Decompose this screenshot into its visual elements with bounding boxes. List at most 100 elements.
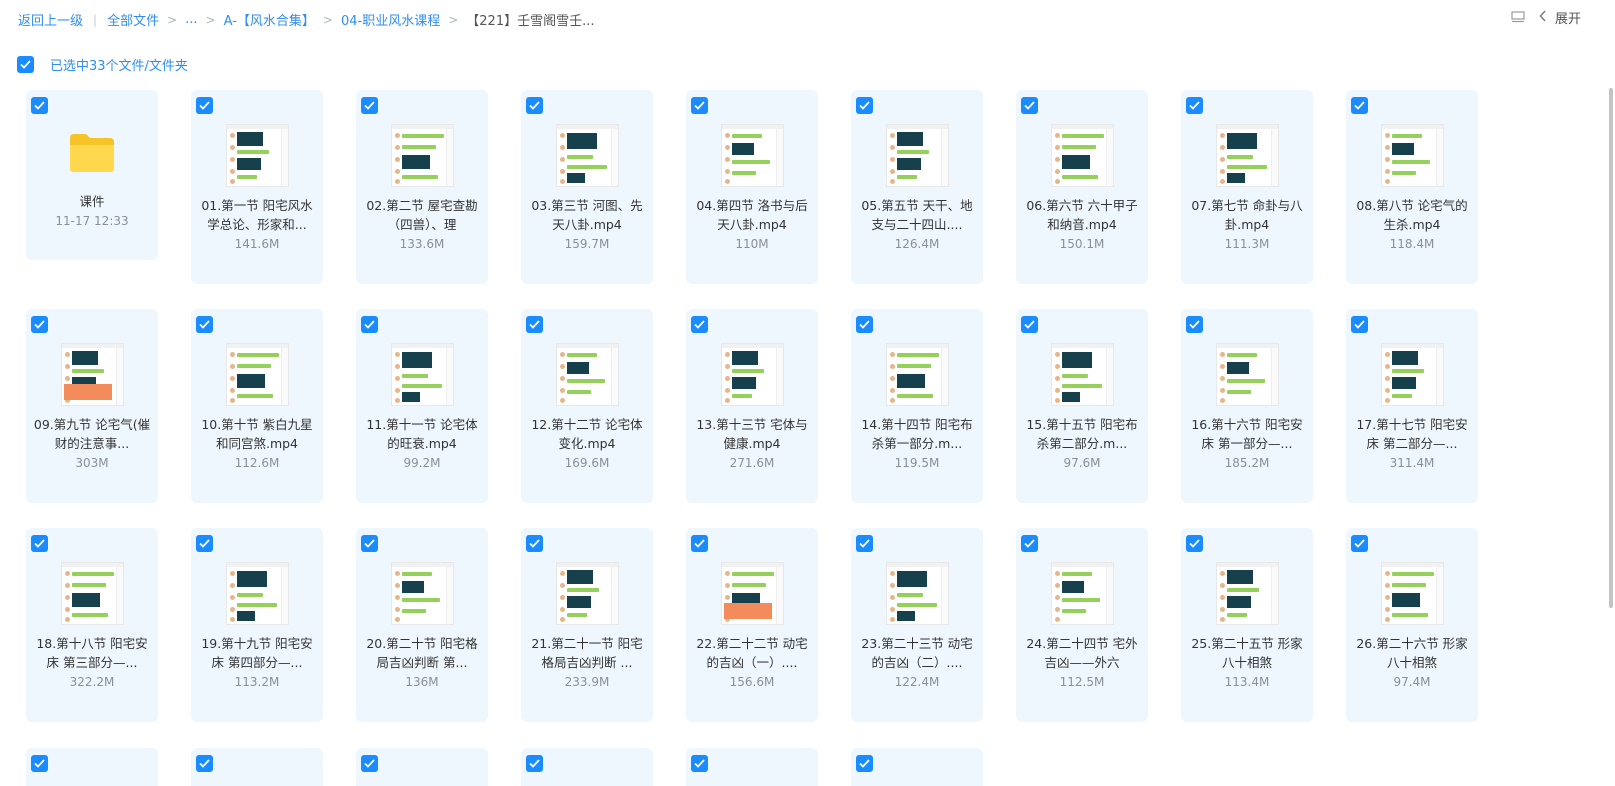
item-size: 159.7M [564, 237, 610, 251]
item-checkbox[interactable] [856, 535, 873, 552]
item-checkbox[interactable] [1351, 316, 1368, 333]
item-checkbox[interactable] [1351, 535, 1368, 552]
file-item[interactable]: 14.第十四节 阳宅布杀第一部分.m... 119.5M [851, 309, 983, 503]
file-item[interactable]: 12.第十二节 论宅体变化.mp4 169.6M [521, 309, 653, 503]
item-checkbox[interactable] [361, 97, 378, 114]
item-checkbox[interactable] [856, 316, 873, 333]
file-item[interactable]: 08.第八节 论宅气的生杀.mp4 118.4M [1346, 90, 1478, 284]
select-all-checkbox[interactable] [17, 56, 34, 73]
item-checkbox[interactable] [1021, 535, 1038, 552]
item-checkbox[interactable] [691, 97, 708, 114]
item-checkbox[interactable] [526, 535, 543, 552]
expand-button[interactable]: 展开 [1539, 8, 1581, 27]
file-item[interactable] [26, 748, 158, 786]
file-item[interactable] [521, 748, 653, 786]
item-name: 01.第一节 阳宅风水学总论、形家和... [201, 198, 313, 232]
item-checkbox[interactable] [1186, 535, 1203, 552]
file-item[interactable]: 22.第二十二节 动宅的吉凶（一）.... 156.6M [686, 528, 818, 722]
file-item[interactable] [686, 748, 818, 786]
item-checkbox[interactable] [856, 97, 873, 114]
file-item[interactable]: 04.第四节 洛书与后天八卦.mp4 110M [686, 90, 818, 284]
file-item[interactable]: 20.第二十节 阳宅格局吉凶判断 第... 136M [356, 528, 488, 722]
file-item[interactable]: 18.第十八节 阳宅安床 第三部分—... 322.2M [26, 528, 158, 722]
file-item[interactable]: 17.第十七节 阳宅安床 第二部分—... 311.4M [1346, 309, 1478, 503]
file-item[interactable]: 26.第二十六节 形家八十相煞 97.4M [1346, 528, 1478, 722]
video-thumbnail [61, 562, 124, 625]
item-checkbox[interactable] [691, 535, 708, 552]
video-thumbnail [556, 343, 619, 406]
item-checkbox[interactable] [1351, 97, 1368, 114]
item-checkbox[interactable] [31, 755, 48, 772]
file-item[interactable]: 21.第二十一节 阳宅格局吉凶判断 ... 233.9M [521, 528, 653, 722]
file-item[interactable]: 01.第一节 阳宅风水学总论、形家和... 141.6M [191, 90, 323, 284]
item-checkbox[interactable] [856, 755, 873, 772]
file-item[interactable]: 13.第十三节 宅体与健康.mp4 271.6M [686, 309, 818, 503]
item-checkbox[interactable] [1186, 316, 1203, 333]
breadcrumb-all-files[interactable]: 全部文件 [107, 10, 159, 29]
video-thumbnail [886, 562, 949, 625]
item-checkbox[interactable] [1186, 97, 1203, 114]
chevron-right-icon: > [205, 12, 216, 27]
item-size: 303M [75, 456, 109, 470]
item-checkbox[interactable] [31, 97, 48, 114]
file-item[interactable]: 06.第六节 六十甲子和纳音.mp4 150.1M [1016, 90, 1148, 284]
video-thumbnail [1216, 343, 1279, 406]
item-checkbox[interactable] [196, 535, 213, 552]
item-checkbox[interactable] [361, 755, 378, 772]
item-checkbox[interactable] [1021, 316, 1038, 333]
file-item[interactable] [356, 748, 488, 786]
file-item[interactable]: 23.第二十三节 动宅的吉凶（二）.... 122.4M [851, 528, 983, 722]
file-item[interactable]: 19.第十九节 阳宅安床 第四部分—... 113.2M [191, 528, 323, 722]
item-checkbox[interactable] [31, 535, 48, 552]
item-name: 04.第四节 洛书与后天八卦.mp4 [696, 198, 808, 232]
item-size: 311.4M [1389, 456, 1435, 470]
divider: | [93, 12, 98, 27]
item-checkbox[interactable] [361, 316, 378, 333]
item-name: 07.第七节 命卦与八卦.mp4 [1191, 198, 1303, 232]
item-name: 15.第十五节 阳宅布杀第二部分.m... [1026, 417, 1138, 451]
video-thumbnail [1051, 124, 1114, 187]
item-checkbox[interactable] [196, 755, 213, 772]
item-checkbox[interactable] [526, 755, 543, 772]
item-name: 22.第二十二节 动宅的吉凶（一）.... [696, 636, 808, 670]
video-thumbnail [391, 124, 454, 187]
file-item[interactable]: 15.第十五节 阳宅布杀第二部分.m... 97.6M [1016, 309, 1148, 503]
file-item[interactable]: 24.第二十四节 宅外吉凶——外六 112.5M [1016, 528, 1148, 722]
breadcrumb-ellipsis[interactable]: ... [185, 12, 197, 27]
item-size: 169.6M [564, 456, 610, 470]
file-item[interactable]: 11.第十一节 论宅体的旺衰.mp4 99.2M [356, 309, 488, 503]
file-item[interactable] [191, 748, 323, 786]
file-item[interactable]: 25.第二十五节 形家八十相煞 113.4M [1181, 528, 1313, 722]
video-thumbnail [226, 343, 289, 406]
item-checkbox[interactable] [31, 316, 48, 333]
item-checkbox[interactable] [196, 316, 213, 333]
file-item[interactable]: 05.第五节 天干、地支与二十四山.... 126.4M [851, 90, 983, 284]
file-item[interactable] [851, 748, 983, 786]
video-thumbnail [391, 343, 454, 406]
item-name: 11.第十一节 论宅体的旺衰.mp4 [366, 417, 478, 451]
vertical-scrollbar[interactable] [1609, 88, 1613, 608]
item-name: 课件 [79, 194, 105, 209]
item-checkbox[interactable] [526, 316, 543, 333]
file-item[interactable]: 16.第十六节 阳宅安床 第一部分—... 185.2M [1181, 309, 1313, 503]
item-size: 122.4M [894, 675, 940, 689]
item-checkbox[interactable] [691, 316, 708, 333]
item-checkbox[interactable] [361, 535, 378, 552]
video-thumbnail [886, 124, 949, 187]
item-name: 16.第十六节 阳宅安床 第一部分—... [1191, 417, 1303, 451]
item-checkbox[interactable] [196, 97, 213, 114]
file-item[interactable]: 03.第三节 河图、先天八卦.mp4 159.7M [521, 90, 653, 284]
folder-item[interactable]: 课件 11-17 12:33 [26, 90, 158, 260]
file-item[interactable]: 10.第十节 紫白九星和同宫煞.mp4 112.6M [191, 309, 323, 503]
item-checkbox[interactable] [691, 755, 708, 772]
list-view-icon[interactable] [1511, 11, 1525, 24]
back-link[interactable]: 返回上一级 [18, 10, 83, 29]
item-checkbox[interactable] [1021, 97, 1038, 114]
item-checkbox[interactable] [526, 97, 543, 114]
file-item[interactable]: 07.第七节 命卦与八卦.mp4 111.3M [1181, 90, 1313, 284]
item-size: 99.2M [403, 456, 441, 470]
file-item[interactable]: 09.第九节 论宅气(催财的注意事... 303M [26, 309, 158, 503]
breadcrumb-level2[interactable]: 04-职业风水课程 [341, 10, 440, 29]
file-item[interactable]: 02.第二节 屋宅查勘（四兽）、理 133.6M [356, 90, 488, 284]
breadcrumb-level1[interactable]: A-【风水合集】 [224, 10, 315, 29]
